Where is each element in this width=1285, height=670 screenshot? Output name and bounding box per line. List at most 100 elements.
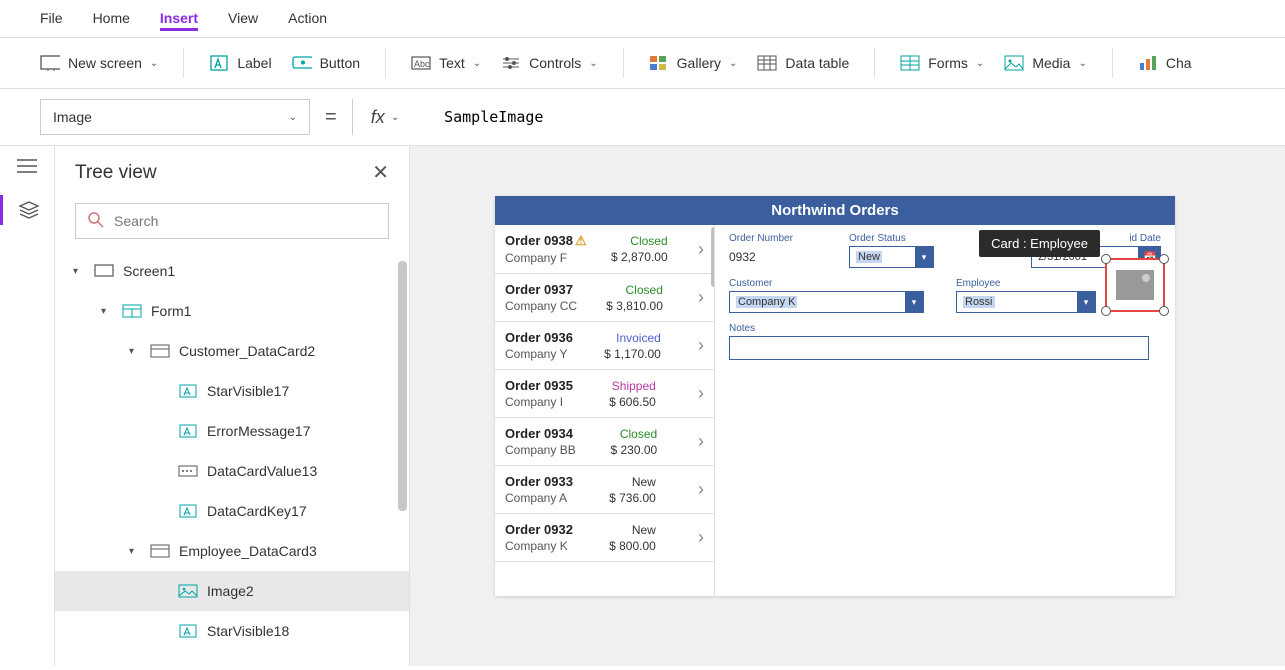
order-company: Company K xyxy=(505,539,573,553)
order-amount: $ 230.00 xyxy=(610,443,657,457)
svg-text:Abc: Abc xyxy=(414,59,430,69)
tree-node-datacardkey17[interactable]: DataCardKey17 xyxy=(55,491,409,531)
chevron-down-icon: ⌄ xyxy=(391,112,399,123)
formula-input[interactable] xyxy=(432,99,1245,135)
order-status-select[interactable]: New ▾ xyxy=(849,246,934,268)
order-company: Company CC xyxy=(505,299,577,313)
resize-handle[interactable] xyxy=(1101,254,1111,264)
insert-ribbon: New screen ⌄ Label Button Abc Text ⌄ Con… xyxy=(0,38,1285,89)
label-button[interactable]: Label xyxy=(209,53,271,73)
label-icon xyxy=(177,503,199,519)
label-icon xyxy=(177,423,199,439)
order-list-item[interactable]: Order 0932Company KNew$ 800.00› xyxy=(495,514,714,562)
media-icon xyxy=(1004,53,1024,73)
order-status: Shipped xyxy=(612,379,656,393)
menu-home[interactable]: Home xyxy=(93,8,130,31)
warning-icon: ⚠ xyxy=(575,233,587,248)
caret-icon: ▾ xyxy=(101,306,113,317)
close-icon[interactable]: ✕ xyxy=(372,160,389,185)
screen-icon xyxy=(93,263,115,279)
label-icon xyxy=(209,53,229,73)
fx-button[interactable]: fx⌄ xyxy=(352,99,417,135)
card-icon xyxy=(149,543,171,559)
chart-dropdown[interactable]: Cha xyxy=(1138,53,1192,73)
menu-action[interactable]: Action xyxy=(288,8,327,31)
order-amount: $ 606.50 xyxy=(609,395,656,409)
order-amount: $ 800.00 xyxy=(609,539,656,553)
order-list-item[interactable]: Order 0936Company YInvoiced$ 1,170.00› xyxy=(495,322,714,370)
order-gallery[interactable]: Order 0938⚠Company FClosed$ 2,870.00› Ord… xyxy=(495,225,715,595)
input-icon xyxy=(177,463,199,479)
order-company: Company A xyxy=(505,491,573,505)
image2-control[interactable] xyxy=(1105,258,1165,312)
tree-list: ▾Screen1▾Form1▾Customer_DataCard2StarVis… xyxy=(55,247,409,666)
new-screen-button[interactable]: New screen ⌄ xyxy=(40,53,158,73)
tree-node-errormessage17[interactable]: ErrorMessage17 xyxy=(55,411,409,451)
gallery-dropdown[interactable]: Gallery ⌄ xyxy=(649,53,738,73)
tree-view-tab[interactable] xyxy=(0,195,54,225)
hamburger-icon[interactable] xyxy=(17,158,37,177)
table-icon xyxy=(757,53,777,73)
chevron-down-icon: ▾ xyxy=(905,292,923,312)
menu-file[interactable]: File xyxy=(40,8,63,31)
tree-view-title: Tree view xyxy=(75,162,157,184)
chevron-right-icon: › xyxy=(698,383,704,404)
property-selector[interactable]: Image ⌄ xyxy=(40,99,310,135)
chevron-right-icon: › xyxy=(698,335,704,356)
tree-node-label: StarVisible18 xyxy=(207,623,289,639)
scrollbar-thumb[interactable] xyxy=(398,261,407,511)
chevron-down-icon: ▾ xyxy=(915,247,933,267)
order-list-item[interactable]: Order 0937Company CCClosed$ 3,810.00› xyxy=(495,274,714,322)
order-list-item[interactable]: Order 0934Company BBClosed$ 230.00› xyxy=(495,418,714,466)
order-list-item[interactable]: Order 0933Company ANew$ 736.00› xyxy=(495,466,714,514)
chevron-down-icon: ⌄ xyxy=(289,112,297,123)
order-status: Closed xyxy=(626,283,663,297)
tree-node-image2[interactable]: Image2 xyxy=(55,571,409,611)
label-icon xyxy=(177,383,199,399)
tree-view-panel: Tree view ✕ ▾Screen1 ▾ Form1 ▾Customer_Data… xyxy=(55,146,410,666)
text-dropdown[interactable]: Abc Text ⌄ xyxy=(411,53,481,73)
chevron-down-icon: ⌄ xyxy=(1078,58,1086,69)
order-status: Invoiced xyxy=(616,331,661,345)
tree-node-starvisible18[interactable]: StarVisible18 xyxy=(55,611,409,651)
customer-select[interactable]: Company K ▾ xyxy=(729,291,924,313)
tree-node-datacardvalue13[interactable]: DataCardValue13 xyxy=(55,451,409,491)
tree-node-starvisible17[interactable]: StarVisible17 xyxy=(55,371,409,411)
order-status: New xyxy=(632,523,656,537)
button-button[interactable]: Button xyxy=(292,53,360,73)
notes-input[interactable] xyxy=(729,336,1149,360)
employee-select[interactable]: Rossi ▾ xyxy=(956,291,1096,313)
forms-dropdown[interactable]: Forms ⌄ xyxy=(900,53,984,73)
data-table-button[interactable]: Data table xyxy=(757,53,849,73)
order-status-label: Order Status xyxy=(849,233,934,244)
controls-dropdown[interactable]: Controls ⌄ xyxy=(501,53,598,73)
menu-insert[interactable]: Insert xyxy=(160,8,198,31)
tree-node-form1[interactable]: ▾ Form1 xyxy=(55,291,409,331)
order-list-item[interactable]: Order 0935Company IShipped$ 606.50› xyxy=(495,370,714,418)
order-amount: $ 3,810.00 xyxy=(606,299,663,313)
search-icon xyxy=(88,212,104,231)
tree-search[interactable] xyxy=(75,203,389,239)
menu-view[interactable]: View xyxy=(228,8,258,31)
tree-node-customer_datacard2[interactable]: ▾Customer_DataCard2 xyxy=(55,331,409,371)
resize-handle[interactable] xyxy=(1159,306,1169,316)
tree-node-screen1[interactable]: ▾Screen1 xyxy=(55,251,409,291)
tree-node-label: Form1 xyxy=(151,303,191,319)
search-input[interactable] xyxy=(114,213,376,229)
tree-node-employee_datacard3[interactable]: ▾Employee_DataCard3 xyxy=(55,531,409,571)
order-number: Order 0936 xyxy=(505,330,573,345)
media-dropdown[interactable]: Media ⌄ xyxy=(1004,53,1087,73)
card-tooltip: Card : Employee xyxy=(979,230,1100,257)
order-amount: $ 2,870.00 xyxy=(611,250,668,264)
notes-label: Notes xyxy=(729,323,1161,334)
order-list-item[interactable]: Order 0938⚠Company FClosed$ 2,870.00› xyxy=(495,225,714,274)
canvas[interactable]: Northwind Orders Order 0938⚠Company FClo… xyxy=(410,146,1285,666)
order-amount: $ 736.00 xyxy=(609,491,656,505)
chevron-down-icon: ▾ xyxy=(1077,292,1095,312)
order-number: Order 0933 xyxy=(505,474,573,489)
chart-icon xyxy=(1138,53,1158,73)
resize-handle[interactable] xyxy=(1101,306,1111,316)
order-form: Card : Employee Order Number 0932 Order … xyxy=(715,225,1175,595)
resize-handle[interactable] xyxy=(1159,254,1169,264)
chevron-down-icon: ⌄ xyxy=(150,58,158,69)
